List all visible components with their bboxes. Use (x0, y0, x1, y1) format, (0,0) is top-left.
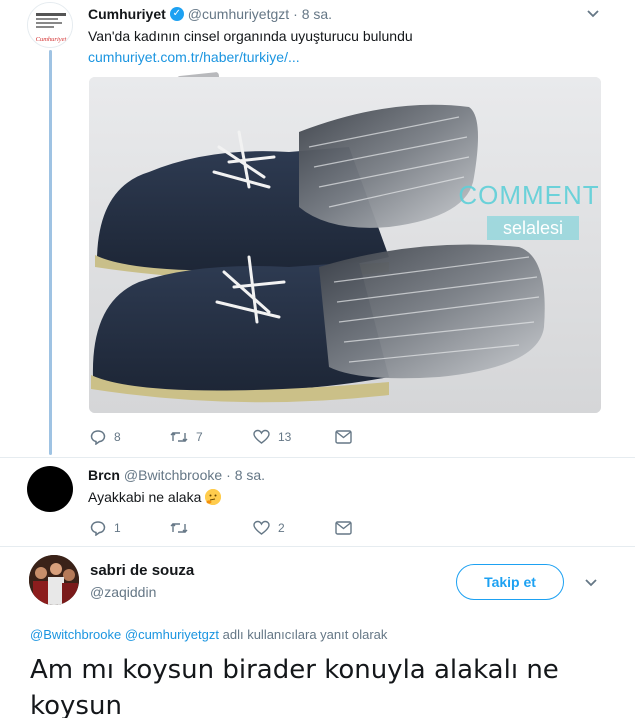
dm-icon (335, 521, 352, 535)
avatar-cumhuriyet[interactable]: Cumhuriyet (27, 2, 73, 48)
shoes-photo-image: COMMENT selalesi (89, 77, 601, 413)
divider (0, 546, 635, 547)
dm-button[interactable] (335, 430, 352, 444)
reply-icon (90, 521, 106, 536)
reply-context-text: adlı kullanıcılara yanıt olarak (222, 627, 388, 642)
dm-button[interactable] (335, 521, 352, 535)
tweet-time[interactable]: · 8 sa. (293, 6, 332, 22)
like-button[interactable]: 13 (253, 429, 335, 445)
mention-link[interactable]: @Bwitchbrooke (30, 627, 121, 642)
author-handle[interactable]: @cumhuriyetgzt (188, 6, 289, 22)
reply-icon (90, 430, 106, 445)
chevron-down-icon[interactable] (584, 575, 598, 592)
tweet-time[interactable]: · 8 sa. (226, 467, 265, 483)
avatar-brcn[interactable] (27, 466, 73, 512)
tweet-text: Ayakkabi ne alaka (88, 489, 202, 505)
like-icon (253, 520, 270, 535)
svg-text:Cumhuriyet: Cumhuriyet (36, 36, 67, 43)
reply-count: 1 (114, 521, 121, 535)
like-count: 2 (278, 521, 285, 535)
tweet1-actions: 8 7 13 (90, 429, 352, 445)
tweet-link[interactable]: cumhuriyet.com.tr/haber/turkiye/... (88, 49, 300, 65)
tweet2-actions: 1 2 (90, 520, 352, 536)
author-name[interactable]: Brcn (88, 467, 120, 483)
crowd-photo-image (29, 555, 79, 605)
reply-button[interactable]: 1 (90, 520, 170, 536)
retweet-button[interactable] (170, 520, 253, 536)
svg-text:COMMENT: COMMENT (458, 180, 599, 210)
retweet-button[interactable]: 7 (170, 429, 253, 445)
reply-button[interactable]: 8 (90, 429, 170, 445)
avatar-sabri[interactable] (29, 555, 79, 605)
svg-text:selalesi: selalesi (503, 218, 563, 238)
dm-icon (335, 430, 352, 444)
tweet2-header: Brcn @Bwitchbrooke · 8 sa. (88, 467, 265, 483)
chevron-down-icon[interactable] (586, 6, 600, 23)
tweet-text: Van'da kadının cinsel organında uyuşturu… (88, 28, 413, 44)
retweet-icon (170, 523, 188, 533)
thinking-face-emoji-icon (205, 489, 222, 505)
retweet-count: 7 (196, 430, 203, 444)
reply-count: 8 (114, 430, 121, 444)
author-handle[interactable]: @Bwitchbrooke (124, 467, 222, 483)
author-handle[interactable]: @zaqiddin (90, 584, 156, 600)
mention-link[interactable]: @cumhuriyetgzt (125, 627, 219, 642)
follow-button[interactable]: Takip et (456, 564, 564, 600)
like-button[interactable]: 2 (253, 520, 335, 536)
like-count: 13 (278, 430, 292, 444)
like-icon (253, 429, 270, 444)
author-name[interactable]: sabri de souza (90, 562, 194, 579)
retweet-icon (170, 432, 188, 442)
thread-line (49, 50, 52, 455)
tweet-photo[interactable]: COMMENT selalesi (89, 77, 601, 413)
divider (0, 457, 635, 458)
tweet-text: Am mı koysun birader konuyla alakalı ne … (30, 655, 559, 718)
verified-badge-icon: ✓ (169, 7, 184, 21)
tweet1-header: Cumhuriyet ✓ @cumhuriyetgzt · 8 sa. (88, 6, 332, 22)
tweet-text-row: Ayakkabi ne alaka (88, 489, 222, 505)
reply-context: @Bwitchbrooke @cumhuriyetgzt adlı kullan… (30, 627, 387, 642)
cumhuriyet-logo-icon: Cumhuriyet (28, 3, 72, 47)
author-name[interactable]: Cumhuriyet (88, 6, 166, 22)
